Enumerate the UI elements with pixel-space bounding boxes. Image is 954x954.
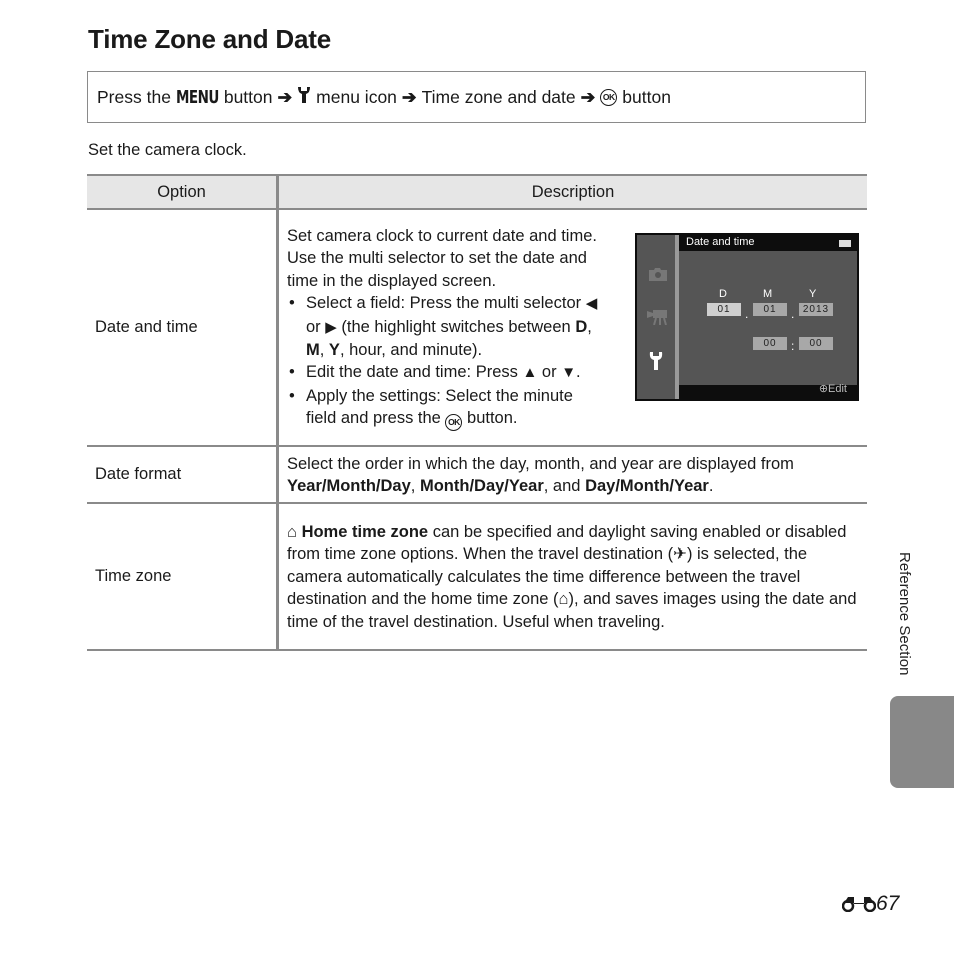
home-time-zone-label: Home time zone [301,522,429,541]
options-table: Option Description Date and time Set cam… [87,174,867,651]
section-label: Reference Section [896,552,913,676]
description-text: Select the order in which the day, month… [287,454,794,473]
list-item: Edit the date and time: Press ▲ or ▼. [287,361,607,384]
column-header-option: Option [87,174,279,210]
up-arrow-icon: ▲ [522,364,538,382]
arrow-right-icon: ➔ [277,86,293,107]
bullet-text: (the highlight switches between [341,317,571,336]
screen-header: Date and time [686,236,755,249]
camera-menu-sidebar [637,235,675,400]
page-title: Time Zone and Date [88,24,331,54]
option-cell: Time zone [87,503,279,651]
page-number-text: 67 [876,892,900,915]
menu-button-label: MENU [175,86,219,108]
description-text: , and [543,477,581,495]
description-cell: ⌂ Home time zone can be specified and da… [277,503,867,651]
page-number: 67 [842,892,899,916]
arrow-right-icon: ➔ [580,86,596,107]
date-time-screen: D M Y 01 . 01 . 2013 00 : 00 [679,251,857,386]
right-arrow-icon: ▶ [325,318,337,336]
description-text: Use the multi selector to set the date a… [287,249,587,290]
section-tab [890,696,954,788]
camera-screen-illustration: Date and time D M Y 01 . 01 . 2013 00: … [635,233,859,402]
airplane-icon: ✈ [673,545,687,564]
binoculars-icon [842,897,876,912]
wrench-icon [297,86,311,109]
day-field: 01 [707,303,741,317]
format-option: Year/Month/Day [287,477,411,495]
field-d-label: D [575,317,588,336]
edit-label: Edit [828,382,847,395]
down-arrow-icon: ▼ [561,364,577,382]
bullet-text: button. [467,409,518,428]
format-option: Day/Month/Year [585,477,709,495]
left-arrow-icon: ◀ [585,295,598,313]
arrow-right-icon: ➔ [401,86,417,107]
option-cell: Date format [87,446,279,504]
column-header-description: Description [277,174,867,210]
bullet-text: Select a field: Press the multi selector [306,294,582,313]
bullet-text: or [306,317,321,336]
intro-text: Set the camera clock. [88,141,247,159]
menu-navigation-path: Press the MENU button ➔ menu icon ➔ Time… [87,71,866,123]
bullet-text: or [541,363,557,382]
description-cell: Set camera clock to current date and tim… [277,209,867,447]
bullet-text: Apply the settings: Select the minute fi… [306,386,573,428]
minute-field: 00 [799,337,833,351]
battery-icon [839,240,851,248]
table-row: Date and time Set camera clock to curren… [87,209,867,447]
list-item: Select a field: Press the multi selector… [287,292,607,361]
hour-field: 00 [753,337,787,351]
movie-camera-icon [647,310,667,326]
nav-button-text: button [223,86,273,107]
format-option: Month/Day/Year [419,477,544,495]
nav-item-text: Time zone and date [421,86,576,107]
field-m-label: M [306,341,320,360]
ok-button-icon: OK [445,413,463,431]
multi-selector-icon: ⊕ [818,382,829,395]
bullet-text: , hour, and minute). [339,341,483,360]
table-header-row: Option Description [87,174,867,210]
table-row: Time zone ⌂ Home time zone can be specif… [87,503,867,651]
date-separator: . [791,307,795,322]
instruction-list: Select a field: Press the multi selector… [287,292,607,431]
home-icon: ⌂ [287,522,297,541]
nav-final-text: button [622,86,671,107]
screen-footer: ⊕Edit [819,378,847,400]
date-separator: . [745,307,749,322]
time-separator: : [791,339,795,354]
table-row: Date format Select the order in which th… [87,446,867,504]
description-cell: Select the order in which the day, month… [277,446,867,504]
ok-button-icon: OK [600,88,618,106]
nav-menu-icon-text: menu icon [316,86,397,107]
home-icon: ⌂ [558,590,569,609]
camera-icon [649,268,667,282]
bullet-text: Edit the date and time: Press [306,363,518,382]
wrench-icon [649,352,663,371]
month-field: 01 [753,303,787,317]
field-y-label: Y [328,341,340,360]
option-cell: Date and time [87,209,279,447]
nav-press-text: Press the [97,86,171,107]
year-field: 2013 [799,303,833,317]
description-text: Set camera clock to current date and tim… [287,227,597,246]
list-item: Apply the settings: Select the minute fi… [287,385,607,431]
